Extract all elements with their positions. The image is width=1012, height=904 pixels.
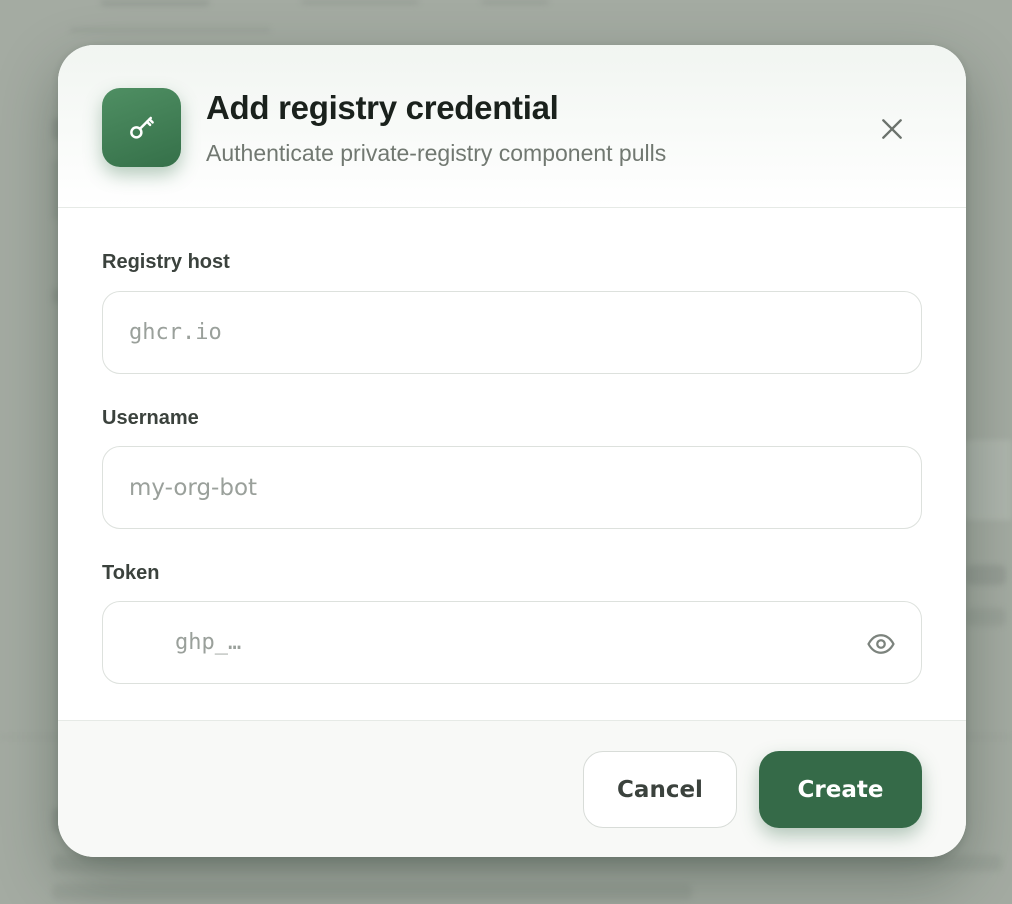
token-field[interactable] (102, 601, 922, 684)
token-input[interactable] (103, 602, 921, 683)
key-icon (102, 88, 181, 167)
create-button[interactable]: Create (759, 751, 922, 828)
username-label: Username (102, 407, 199, 429)
add-credential-dialog: Add registry credential Authenticate pri… (58, 45, 966, 857)
close-icon (882, 119, 902, 139)
registry-host-field[interactable] (102, 291, 922, 374)
dialog-header: Add registry credential Authenticate pri… (58, 45, 966, 208)
toggle-token-visibility-button[interactable] (865, 628, 897, 660)
dialog-subtitle: Authenticate private-registry component … (206, 140, 667, 166)
dialog-footer: Cancel Create (58, 720, 966, 857)
dialog-title: Add registry credential (206, 89, 559, 126)
token-label: Token (102, 562, 160, 584)
registry-host-input[interactable] (103, 292, 921, 373)
eye-icon (867, 634, 895, 654)
username-field[interactable] (102, 446, 922, 529)
cancel-button[interactable]: Cancel (583, 751, 737, 828)
username-input[interactable] (103, 447, 921, 528)
registry-host-label: Registry host (102, 251, 230, 273)
close-button[interactable] (874, 111, 910, 147)
